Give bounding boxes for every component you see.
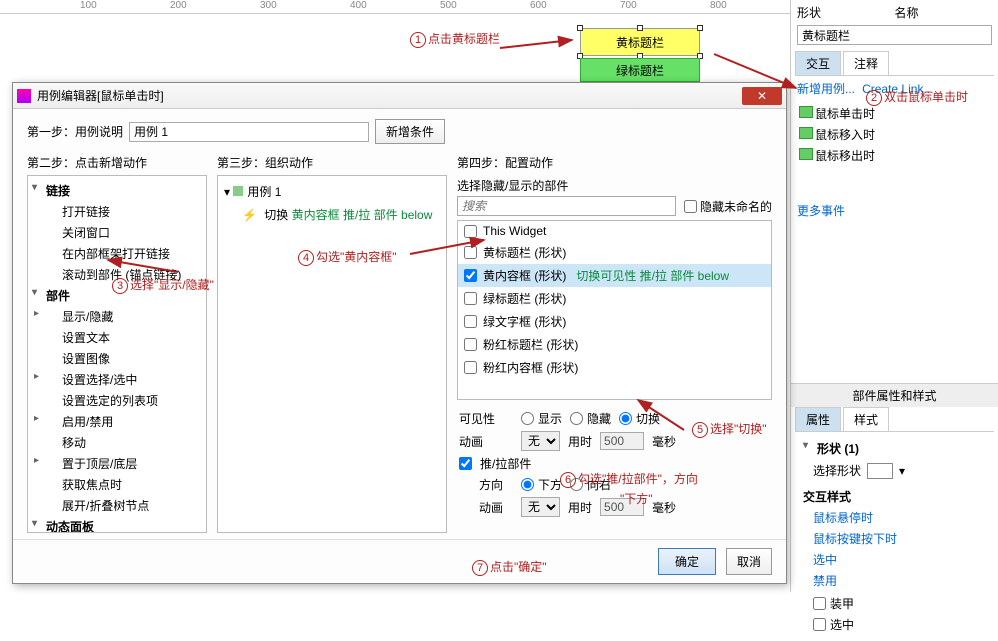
- resize-handle[interactable]: [697, 25, 703, 31]
- radio-show[interactable]: [521, 412, 534, 425]
- organize-tree: ▾ 用例 1 ⚡ 切换 黄内容框 推/拉 部件 below: [217, 175, 447, 533]
- radio-right[interactable]: [570, 478, 583, 491]
- more-events-link[interactable]: 更多事件: [797, 204, 845, 218]
- widget-check[interactable]: [464, 338, 477, 351]
- push-anim-select[interactable]: 无: [521, 497, 560, 517]
- widget-check[interactable]: [464, 315, 477, 328]
- widget-row[interactable]: 黄标题栏 (形状): [458, 241, 771, 264]
- case-name-input[interactable]: [129, 122, 369, 142]
- armor-check[interactable]: [813, 597, 826, 610]
- widget-name-input[interactable]: [797, 25, 992, 45]
- case-icon: [233, 186, 243, 196]
- right-panel: 形状 名称 交互 注释 新增用例... Create Link... 鼠标单击时…: [790, 0, 998, 592]
- tree-close-win[interactable]: 关闭窗口: [28, 222, 206, 243]
- push-duration-input[interactable]: [600, 498, 644, 516]
- disabled-style[interactable]: 禁用: [813, 570, 990, 591]
- dialog-title: 用例编辑器[鼠标单击时]: [37, 87, 742, 104]
- tree-link[interactable]: 链接: [28, 180, 206, 201]
- tree-set-text[interactable]: 设置文本: [28, 327, 206, 348]
- tree-enable[interactable]: 启用/禁用: [28, 411, 206, 432]
- new-case-link[interactable]: 新增用例...: [797, 82, 855, 96]
- case-node[interactable]: ▾ 用例 1: [218, 180, 446, 203]
- tree-set-sel[interactable]: 设置选择/选中: [28, 369, 206, 390]
- bolt-icon: ⚡: [242, 208, 257, 222]
- widget-row[interactable]: This Widget: [458, 221, 771, 241]
- widget-row[interactable]: 黄内容框 (形状)切换可见性 推/拉 部件 below: [458, 264, 771, 287]
- event-mouseenter[interactable]: 鼠标移入时: [797, 124, 992, 145]
- selected-style[interactable]: 选中: [813, 549, 990, 570]
- hide-unnamed-check[interactable]: [684, 200, 697, 213]
- tree-show-hide[interactable]: 显示/隐藏: [28, 306, 206, 327]
- shape-section[interactable]: 形状 (1): [799, 438, 990, 459]
- cancel-button[interactable]: 取消: [726, 548, 772, 575]
- ruler: 100 200 300 400 500 600 700 800: [0, 0, 790, 14]
- sel-label: 选择隐藏/显示的部件: [457, 175, 772, 196]
- tree-open-link[interactable]: 打开链接: [28, 201, 206, 222]
- hover-style[interactable]: 鼠标悬停时: [813, 507, 990, 528]
- resize-handle[interactable]: [637, 25, 643, 31]
- action-node[interactable]: ⚡ 切换 黄内容框 推/拉 部件 below: [218, 203, 446, 226]
- tree-expand[interactable]: 展开/折叠树节点: [28, 495, 206, 516]
- widget-check[interactable]: [464, 292, 477, 305]
- sel-check[interactable]: [813, 618, 826, 631]
- create-link[interactable]: Create Link...: [862, 82, 933, 96]
- app-icon: [17, 89, 31, 103]
- tab-style[interactable]: 样式: [843, 407, 889, 431]
- step2-label: 第二步：点击新增动作: [27, 150, 207, 175]
- mousedown-style[interactable]: 鼠标按键按下时: [813, 528, 990, 549]
- tree-move[interactable]: 移动: [28, 432, 206, 453]
- yellow-title-widget[interactable]: 黄标题栏: [580, 28, 700, 56]
- tree-set-sel-list[interactable]: 设置选定的列表项: [28, 390, 206, 411]
- shape-picker[interactable]: [867, 463, 893, 479]
- search-input[interactable]: [457, 196, 676, 216]
- case-editor-dialog: 用例编辑器[鼠标单击时] ✕ 第一步：用例说明 新增条件 第二步：点击新增动作 …: [12, 82, 787, 584]
- resize-handle[interactable]: [577, 25, 583, 31]
- interact-style-header: 交互样式: [799, 486, 990, 507]
- widget-check[interactable]: [464, 361, 477, 374]
- ok-button[interactable]: 确定: [658, 548, 716, 575]
- widget-row[interactable]: 绿标题栏 (形状): [458, 287, 771, 310]
- widget-row[interactable]: 绿文字框 (形状): [458, 310, 771, 333]
- step3-label: 第三步：组织动作: [217, 150, 447, 175]
- widget-check[interactable]: [464, 269, 477, 282]
- radio-hide[interactable]: [570, 412, 583, 425]
- action-tree: 链接 打开链接 关闭窗口 在内部框架打开链接 滚动到部件 (锚点链接) 部件 显…: [27, 175, 207, 533]
- event-mouseleave[interactable]: 鼠标移出时: [797, 145, 992, 166]
- step4-label: 第四步：配置动作: [457, 150, 772, 175]
- widget-row[interactable]: 粉红内容框 (形状): [458, 356, 771, 379]
- event-onclick[interactable]: 鼠标单击时: [797, 103, 992, 124]
- chevron-down-icon[interactable]: ▾: [899, 464, 905, 478]
- green-title-widget[interactable]: 绿标题栏: [580, 58, 700, 82]
- pushpull-check[interactable]: [459, 457, 472, 470]
- titlebar[interactable]: 用例编辑器[鼠标单击时] ✕: [13, 83, 786, 109]
- radio-down[interactable]: [521, 478, 534, 491]
- add-condition-button[interactable]: 新增条件: [375, 119, 445, 144]
- tab-attr[interactable]: 属性: [795, 407, 841, 431]
- tree-focus[interactable]: 获取焦点时: [28, 474, 206, 495]
- event-list: 鼠标单击时 鼠标移入时 鼠标移出时: [791, 101, 998, 168]
- tab-note[interactable]: 注释: [843, 51, 889, 75]
- canvas-area: 100 200 300 400 500 600 700 800 黄标题栏 绿标题…: [0, 0, 790, 90]
- prop-section-title: 部件属性和样式: [791, 384, 998, 407]
- widget-row[interactable]: 粉红标题栏 (形状): [458, 333, 771, 356]
- tree-bring[interactable]: 置于顶层/底层: [28, 453, 206, 474]
- anim-select[interactable]: 无: [521, 431, 560, 451]
- tree-panel[interactable]: 动态面板: [28, 516, 206, 533]
- tree-widget[interactable]: 部件: [28, 285, 206, 306]
- rp-header: 形状 名称: [791, 0, 998, 25]
- tree-set-img[interactable]: 设置图像: [28, 348, 206, 369]
- step1-label: 第一步：用例说明: [27, 123, 123, 140]
- widget-list: This Widget 黄标题栏 (形状)黄内容框 (形状)切换可见性 推/拉 …: [457, 220, 772, 400]
